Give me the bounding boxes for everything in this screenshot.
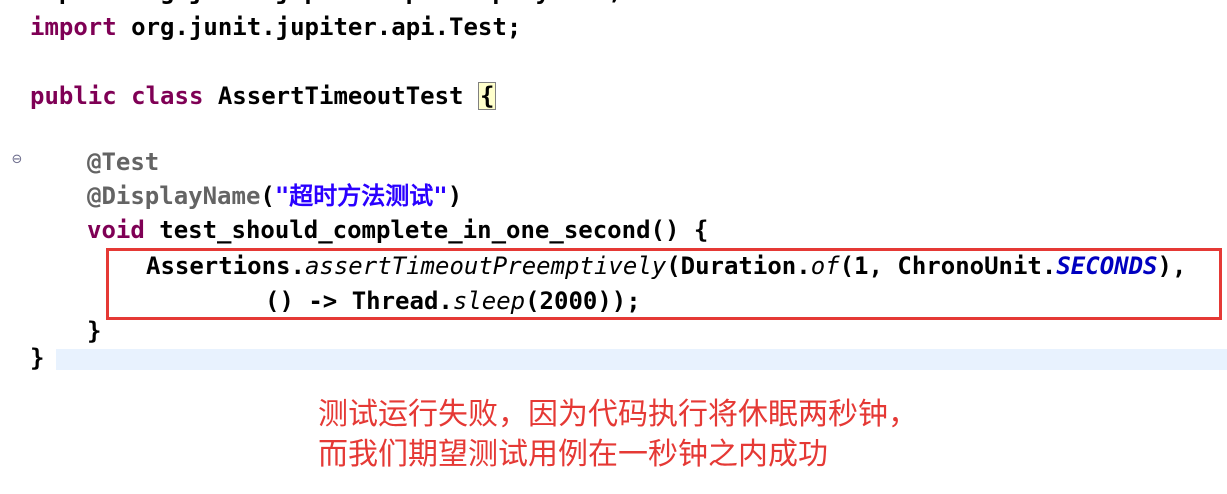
callout-annotation: 测试运行失败，因为代码执行将休眠两秒钟， 而我们期望测试用例在一秒钟之内成功 — [318, 395, 918, 475]
paren-open: ( — [260, 182, 275, 210]
code-line-method-signature: void test_should_complete_in_one_second(… — [87, 213, 708, 247]
clipped-import-line: import org.junit.jupiter.api.DisplayName… — [30, 0, 622, 8]
code-line-class-close: } — [30, 344, 45, 372]
code-line-annotation-displayname: @DisplayName("超时方法测试") — [87, 179, 462, 213]
code-line-annotation-test: @Test — [87, 148, 160, 176]
keyword-class: class — [131, 82, 204, 110]
import-path: org.junit.jupiter.api.Test; — [116, 13, 522, 41]
paren-close: ) — [447, 182, 463, 210]
display-name-string: "超时方法测试" — [274, 182, 448, 210]
callout-line-2: 而我们期望测试用例在一秒钟之内成功 — [318, 437, 828, 472]
callout-line-1: 测试运行失败，因为代码执行将休眠两秒钟， — [318, 397, 918, 432]
annotation-displayname: @DisplayName — [87, 182, 261, 210]
fold-collapse-icon[interactable]: ⊖ — [10, 153, 24, 167]
red-highlight-box — [106, 248, 1222, 320]
code-line-import-test: import org.junit.jupiter.api.Test; — [30, 10, 521, 44]
method-signature: test_should_complete_in_one_second() { — [144, 216, 709, 244]
keyword-import: import — [30, 13, 117, 41]
screenshot-root: import org.junit.jupiter.api.DisplayName… — [0, 0, 1227, 494]
keyword-public: public — [30, 82, 117, 110]
current-line-highlight — [56, 349, 1227, 370]
keyword-void: void — [87, 216, 145, 244]
code-line-method-close: } — [87, 317, 102, 345]
code-editor[interactable]: import org.junit.jupiter.api.DisplayName… — [0, 0, 1227, 372]
class-name: AssertTimeoutTest — [203, 82, 478, 110]
code-line-class-declaration: public class AssertTimeoutTest { — [30, 79, 497, 113]
matching-bracket: { — [477, 82, 497, 110]
